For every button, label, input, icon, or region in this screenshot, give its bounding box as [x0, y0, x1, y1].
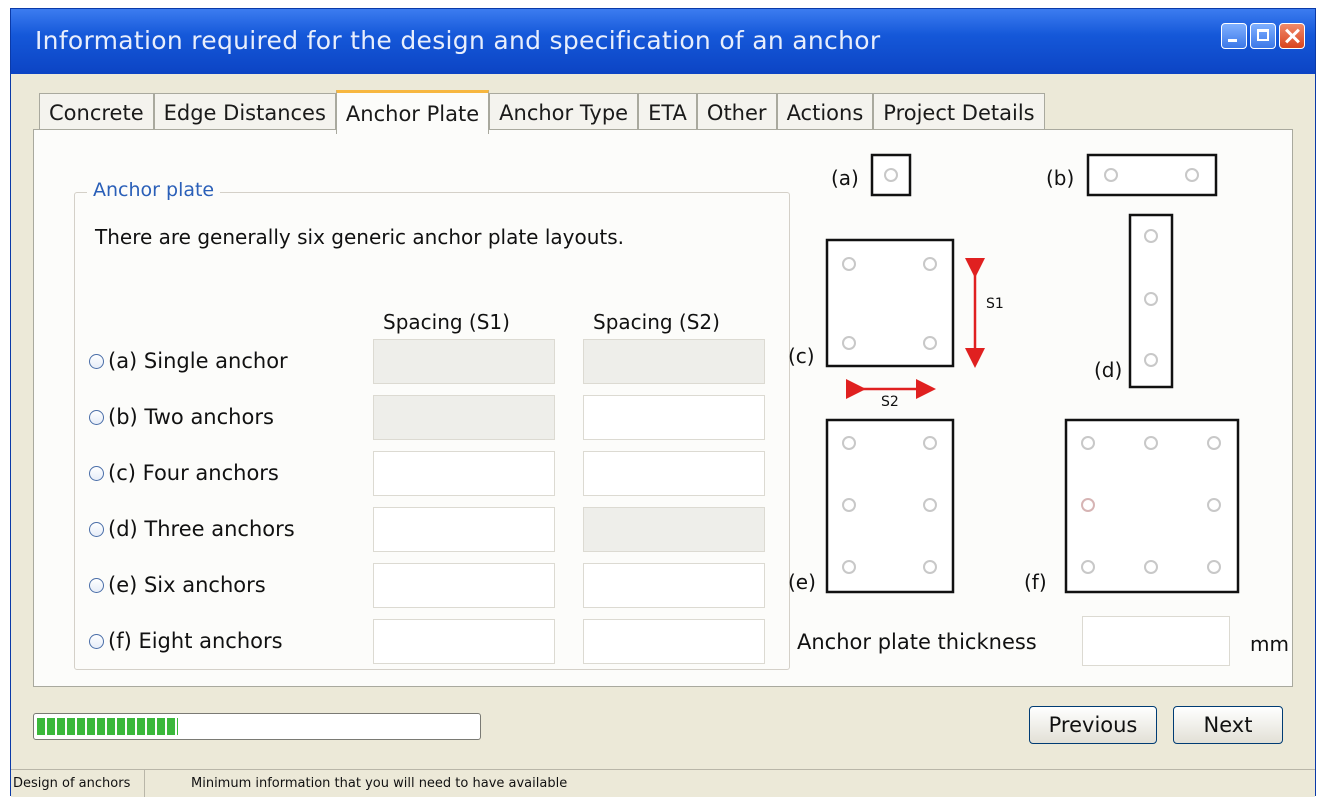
s1-dimension-label: S1 — [986, 296, 1004, 312]
plate-a — [870, 153, 912, 197]
thickness-unit: mm — [1250, 632, 1289, 656]
plate-f — [1064, 418, 1240, 594]
next-button[interactable]: Next — [1173, 706, 1283, 744]
plate-d — [1128, 213, 1174, 389]
status-right: Minimum information that you will need t… — [191, 776, 568, 791]
maximize-icon[interactable] — [1250, 23, 1276, 49]
tab-actions[interactable]: Actions — [776, 93, 874, 132]
tab-edge-distances[interactable]: Edge Distances — [153, 93, 336, 132]
anchor-layout-diagrams — [825, 153, 1240, 594]
status-left: Design of anchors — [11, 770, 146, 797]
diagram-label-e: (e) — [788, 570, 816, 594]
tab-anchor-plate[interactable]: Anchor Plate — [335, 90, 490, 134]
plate-b — [1086, 153, 1218, 197]
tab-strip: Concrete Edge Distances Anchor Plate Anc… — [39, 90, 1045, 134]
diagram-label-d: (d) — [1094, 358, 1123, 382]
progress-fill — [37, 718, 178, 735]
close-icon[interactable] — [1279, 23, 1305, 49]
tab-concrete[interactable]: Concrete — [39, 93, 154, 132]
diagram-label-a: (a) — [831, 166, 859, 190]
minimize-icon[interactable] — [1221, 23, 1247, 49]
diagram-label-c: (c) — [788, 344, 815, 368]
window-controls — [1221, 23, 1305, 49]
diagram-label-f: (f) — [1024, 570, 1047, 594]
plate-thickness-input[interactable] — [1083, 617, 1229, 665]
tab-anchor-type[interactable]: Anchor Type — [489, 93, 639, 132]
plate-e — [825, 418, 955, 594]
tab-project-details[interactable]: Project Details — [873, 93, 1045, 132]
progress-bar — [33, 713, 481, 740]
tab-eta[interactable]: ETA — [638, 93, 697, 132]
diagram-label-b: (b) — [1046, 166, 1075, 190]
previous-button[interactable]: Previous — [1029, 706, 1157, 744]
plate-thickness-field[interactable] — [1082, 616, 1230, 666]
status-bar: Design of anchors Minimum information th… — [11, 769, 1315, 797]
title-bar: Information required for the design and … — [11, 9, 1315, 74]
s2-dimension-label: S2 — [881, 394, 899, 410]
app-window: Information required for the design and … — [10, 8, 1316, 797]
tab-other[interactable]: Other — [696, 93, 777, 132]
plate-thickness-label: Anchor plate thickness — [797, 630, 1037, 654]
window-title: Information required for the design and … — [35, 26, 881, 55]
anchor-plate-panel: Anchor plate There are generally six gen… — [33, 129, 1293, 687]
